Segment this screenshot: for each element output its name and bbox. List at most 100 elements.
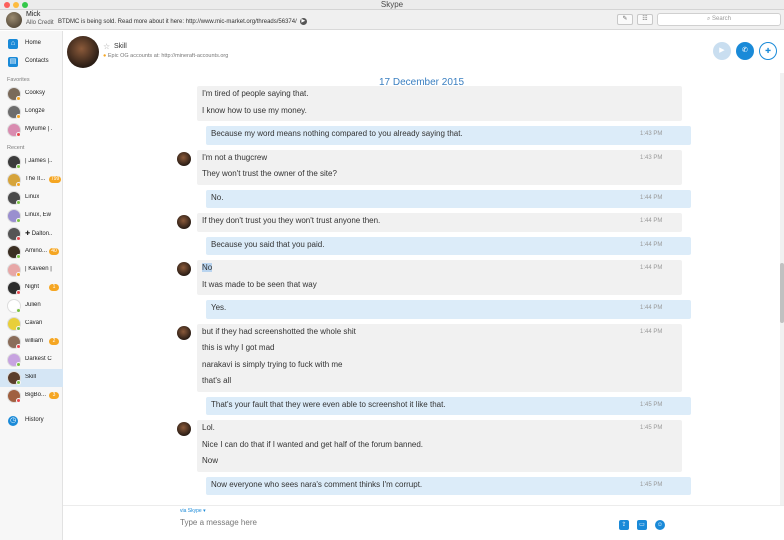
presence-icon (16, 254, 21, 259)
incoming-message[interactable]: but if they had screenshotted the whole … (197, 323, 682, 392)
sidebar-contact[interactable]: Cavan (0, 315, 63, 333)
call-button[interactable]: ✆ (736, 42, 754, 60)
search-input[interactable]: ⌕ Search (657, 13, 781, 26)
outgoing-message[interactable]: Yes. (206, 300, 691, 319)
via-service[interactable]: Skype ▾ (188, 508, 206, 514)
sidebar-contact[interactable]: The II... 799 (0, 171, 63, 189)
video-message-icon[interactable]: ▭ (637, 520, 647, 530)
message-timestamp: 1:44 PM (640, 328, 663, 335)
outgoing-message[interactable]: Because my word means nothing compared t… (206, 126, 691, 145)
my-name[interactable]: Mick (26, 11, 40, 18)
message-line: Nice I can do that if I wanted and get h… (202, 439, 424, 449)
sidebar-contact[interactable]: BigBo... 3 (0, 387, 63, 405)
message-line: They won't trust the owner of the site? (202, 169, 337, 178)
presence-icon (16, 114, 21, 119)
via-selector[interactable]: via Skype ▾ (180, 508, 206, 514)
sidebar-contact[interactable]: Linux (0, 189, 63, 207)
sender-avatar[interactable] (177, 325, 191, 340)
compose-button[interactable]: ✎ (617, 14, 633, 25)
my-credit[interactable]: Allo Credit (26, 20, 54, 26)
message-text: They won't trust the owner of the site? (197, 166, 682, 183)
sender-avatar[interactable] (177, 422, 191, 436)
window-title: Skype (380, 0, 404, 9)
presence-icon (16, 308, 21, 313)
incoming-message[interactable]: I'm tired of people saying that. I know h… (197, 86, 682, 121)
sidebar-contact[interactable]: Mylume | ... (0, 121, 63, 139)
outgoing-message[interactable]: That's your fault that they were even ab… (206, 396, 691, 415)
nav-home[interactable]: ⌂ Home (0, 36, 63, 52)
contact-name: Linux (25, 194, 40, 200)
message-line: narakavi is simply trying to fuck with m… (202, 359, 343, 369)
chat-scrollbar[interactable] (780, 73, 784, 505)
sidebar-contact[interactable]: ✚ Dalton... (0, 225, 63, 243)
message-line: Now (202, 456, 219, 465)
scroll-thumb[interactable] (780, 263, 784, 323)
sidebar-contact[interactable]: Darkest C... (0, 351, 63, 369)
sidebar-contact[interactable]: Linux, Ew (0, 207, 63, 225)
sender-avatar[interactable] (177, 215, 191, 229)
sidebar-contact[interactable]: Night 1 (0, 279, 63, 297)
nav-home-label: Home (25, 40, 42, 46)
presence-icon (16, 326, 21, 331)
incoming-message[interactable]: I'm not a thugcrew They won't trust the o… (197, 149, 682, 185)
file-icon[interactable]: ⇪ (619, 520, 629, 530)
sidebar-contact[interactable]: Amino... 40 (0, 243, 63, 261)
presence-icon (16, 132, 21, 137)
message-line: I know how to use my money. (202, 105, 307, 115)
sidebar-contact[interactable]: Julien (0, 297, 63, 315)
conversation-avatar[interactable] (67, 36, 99, 68)
conversation-name[interactable]: Skill (114, 43, 127, 50)
incoming-message[interactable]: No It was made to be seen that way (197, 260, 682, 295)
mood-message[interactable]: BTDMC is being sold. Read more about it … (58, 18, 307, 25)
presence-icon (16, 380, 21, 385)
add-contact-button[interactable]: ✚ (759, 42, 777, 60)
message-line: I'm tired of people saying that. (202, 89, 309, 98)
message-line: No. (211, 192, 224, 202)
message-line: That's your fault that they were even ab… (211, 399, 446, 409)
sender-avatar[interactable] (177, 151, 191, 166)
sidebar-contact[interactable]: Longze (0, 103, 63, 121)
home-icon: ⌂ (8, 39, 18, 49)
nav-contacts[interactable]: ▤ Contacts (0, 54, 63, 70)
contact-name: Longze (25, 108, 45, 114)
message-text: Lol. (197, 420, 682, 437)
outgoing-message[interactable]: Because you said that you paid. (206, 236, 691, 255)
history-icon: ◷ (8, 416, 18, 426)
mood-text: BTDMC is being sold. Read more about it … (58, 19, 297, 26)
unread-badge: 1 (49, 284, 59, 291)
message-timestamp: 1:45 PM (640, 425, 663, 431)
presence-icon (16, 290, 21, 295)
sidebar-contact[interactable]: | Kaveen |... (0, 261, 63, 279)
message-timestamp: 1:44 PM (640, 241, 663, 248)
video-call-button[interactable]: ▶ (713, 42, 731, 60)
sidebar-contact[interactable]: | James |... (0, 153, 63, 171)
sidebar-contact[interactable]: Cooksy (0, 85, 63, 103)
incoming-message[interactable]: Lol. Nice I can do that if I wanted and g… (197, 420, 682, 472)
my-avatar[interactable] (6, 12, 22, 28)
message-text: That's your fault that they were even ab… (206, 397, 691, 414)
message-text: Because my word means nothing compared t… (206, 126, 691, 143)
contact-name: Cavan (25, 320, 43, 326)
message-text: this is why I got mad (197, 340, 682, 357)
nav-history[interactable]: ◷ History (0, 413, 63, 429)
message-text: I'm not a thugcrew (197, 150, 682, 167)
contact-name: The II... (25, 176, 46, 182)
incoming-message[interactable]: If they don't trust you they won't trust… (197, 213, 682, 232)
sender-avatar[interactable] (177, 262, 191, 276)
arrow-right-icon[interactable]: ▶ (299, 18, 307, 25)
emoticon-icon[interactable]: ☺ (655, 520, 665, 530)
message-timestamp: 1:43 PM (640, 131, 663, 137)
outgoing-message[interactable]: No. (206, 189, 691, 208)
presence-icon (16, 272, 21, 277)
sidebar-contact[interactable]: Skill (0, 369, 63, 387)
conversation-status-text: Epic OG accounts at: http://mineraft-acc… (107, 53, 229, 59)
message-line: Lol. (202, 423, 215, 432)
video-icon: ▶ (719, 47, 725, 54)
star-icon[interactable]: ☆ (103, 42, 110, 51)
message-timestamp: 1:45 PM (640, 481, 663, 488)
message-input[interactable]: Type a message here (180, 518, 610, 527)
dial-pad-button[interactable]: ☷ (637, 14, 653, 25)
outgoing-message[interactable]: Now everyone who sees nara's comment thi… (206, 476, 691, 495)
message-list[interactable]: 17 December 2015 I'm tired of people say… (63, 73, 780, 505)
sidebar-contact[interactable]: william 2 (0, 333, 63, 351)
